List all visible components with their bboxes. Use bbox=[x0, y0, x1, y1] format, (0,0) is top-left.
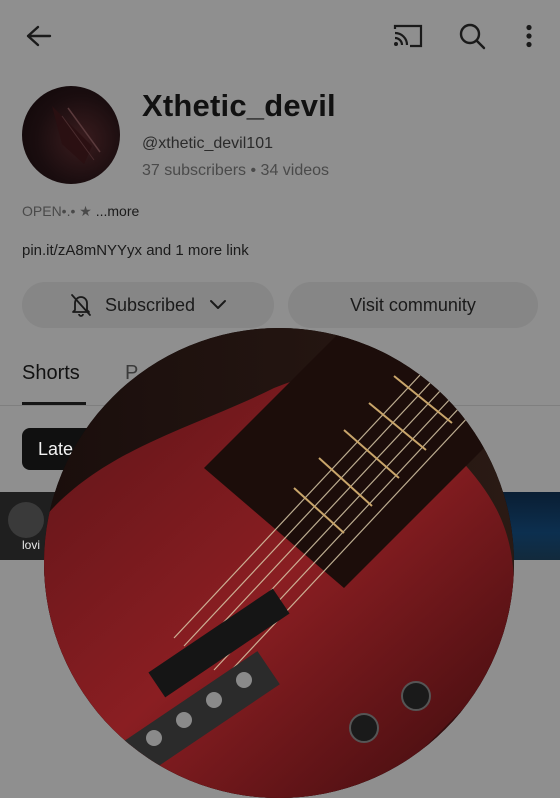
channel-description[interactable]: OPEN•.• ★ ...more bbox=[22, 203, 139, 220]
guitar-photo bbox=[44, 328, 514, 798]
thumbnail-label[interactable]: lovi bbox=[22, 538, 40, 552]
tab-shorts[interactable]: Shorts bbox=[22, 362, 80, 385]
search-icon[interactable] bbox=[452, 18, 492, 54]
top-app-bar bbox=[0, 0, 560, 70]
channel-avatar[interactable] bbox=[22, 86, 120, 184]
visit-community-button[interactable]: Visit community bbox=[288, 282, 538, 328]
bell-off-icon bbox=[69, 292, 93, 318]
more-link[interactable]: ...more bbox=[96, 203, 140, 219]
description-text: OPEN•.• ★ bbox=[22, 203, 96, 219]
thumbnail-avatar bbox=[8, 502, 44, 538]
subscribed-button[interactable]: Subscribed bbox=[22, 282, 274, 328]
cast-icon[interactable] bbox=[388, 20, 428, 52]
channel-name: Xthetic_devil bbox=[142, 88, 336, 123]
channel-handle: @xthetic_devil101 bbox=[142, 135, 273, 152]
guitar-image-overlay bbox=[44, 328, 514, 798]
channel-links[interactable]: pin.it/zA8mNYYyx and 1 more link bbox=[22, 242, 249, 259]
more-vertical-icon[interactable] bbox=[512, 18, 546, 54]
channel-stats: 37 subscribers • 34 videos bbox=[142, 162, 330, 179]
subscribed-label: Subscribed bbox=[104, 294, 196, 315]
chevron-down-icon bbox=[209, 299, 227, 311]
arrow-left-icon[interactable] bbox=[18, 18, 58, 54]
